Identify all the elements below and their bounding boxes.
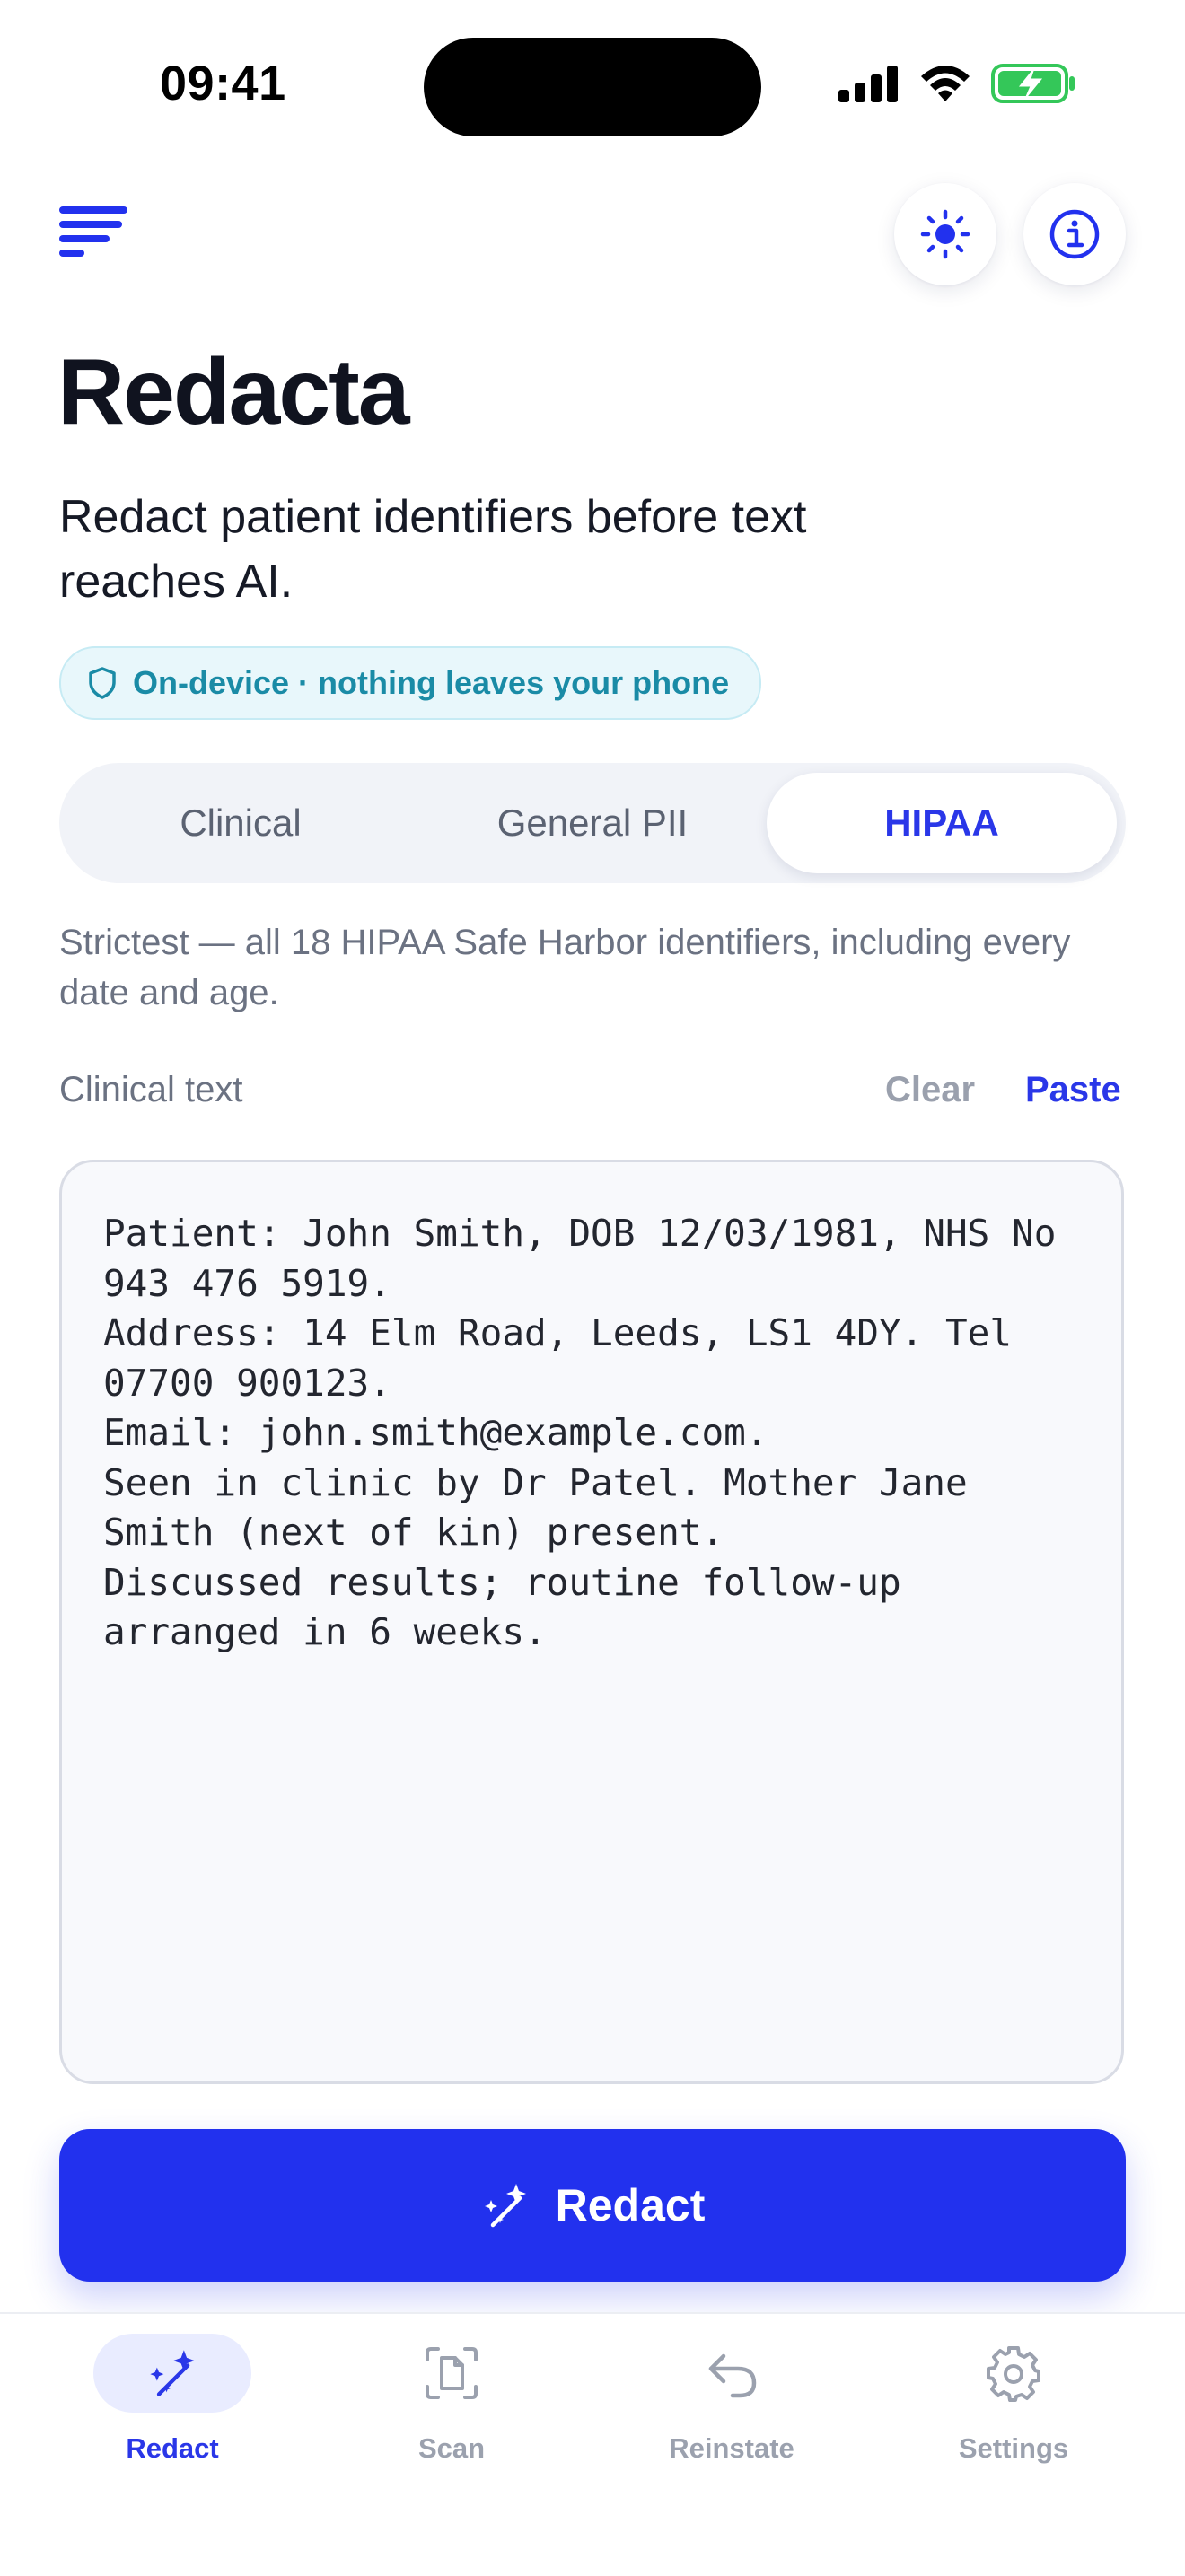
mode-option-general-pii[interactable]: General PII [418, 773, 767, 873]
tab-reinstate-label: Reinstate [669, 2432, 794, 2464]
tab-settings-indicator [935, 2334, 1093, 2413]
menu-button[interactable] [57, 205, 129, 258]
app-title: Redacta [57, 340, 410, 444]
dynamic-island [424, 38, 761, 136]
tab-redact-label: Redact [126, 2432, 219, 2464]
clear-button[interactable]: Clear [885, 1070, 975, 1110]
mode-option-clinical[interactable]: Clinical [66, 773, 415, 873]
redact-button[interactable]: Redact [59, 2129, 1126, 2282]
paste-button[interactable]: Paste [1025, 1070, 1121, 1110]
tab-scan-indicator [373, 2334, 531, 2413]
shield-icon [89, 667, 116, 699]
tab-scan-label: Scan [417, 2432, 486, 2464]
privacy-badge: On-device · nothing leaves your phone [59, 646, 762, 720]
tab-settings[interactable]: Settings [915, 2334, 1112, 2465]
magic-wand-icon [150, 2350, 195, 2396]
tab-settings-label: Settings [958, 2432, 1069, 2464]
privacy-badge-label: On-device · nothing leaves your phone [133, 664, 730, 701]
scan-document-icon [426, 2347, 478, 2399]
status-time: 09:41 [160, 57, 286, 110]
magic-wand-icon [484, 2184, 526, 2228]
sun-icon [920, 209, 970, 259]
clinical-text-input[interactable]: Patient: John Smith, DOB 12/03/1981, NHS… [59, 1160, 1124, 2084]
app-subtitle: Redact patient identifiers before text r… [59, 491, 807, 608]
mode-description: Strictest — all 18 HIPAA Safe Harbor ide… [59, 923, 1071, 1012]
menu-icon [59, 206, 127, 257]
tab-redact-indicator [93, 2334, 251, 2413]
tab-scan[interactable]: Scan [353, 2334, 550, 2465]
status-icons [838, 63, 1077, 104]
redact-button-label: Redact [555, 2180, 706, 2230]
mode-selector: Clinical General PII HIPAA [59, 763, 1126, 883]
cellular-signal-icon [838, 66, 898, 102]
info-icon [1049, 209, 1100, 259]
battery-charging-icon [991, 64, 1075, 103]
info-button[interactable] [1023, 183, 1126, 285]
tab-reinstate[interactable]: Reinstate [633, 2334, 830, 2465]
mode-option-hipaa[interactable]: HIPAA [767, 773, 1117, 873]
tab-redact[interactable]: Redact [74, 2334, 271, 2465]
theme-toggle-button[interactable] [894, 183, 996, 285]
gear-icon [987, 2346, 1040, 2402]
tab-reinstate-indicator [653, 2334, 811, 2413]
undo-arrow-icon [708, 2353, 757, 2398]
input-label: Clinical text [59, 1070, 243, 1109]
wifi-icon [921, 66, 970, 101]
